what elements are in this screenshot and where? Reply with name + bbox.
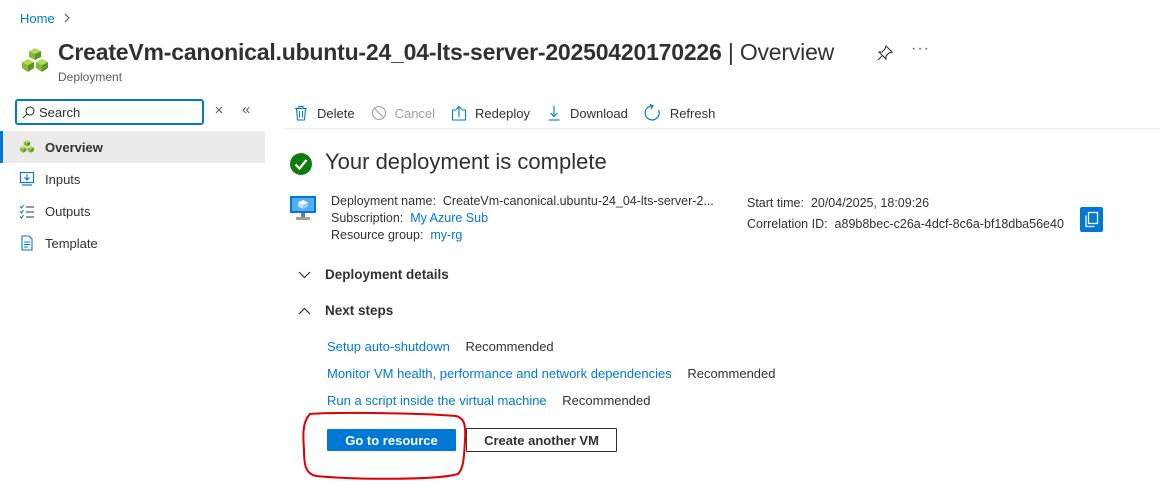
cancel-button[interactable]: Cancel xyxy=(363,99,443,127)
redeploy-button[interactable]: Redeploy xyxy=(443,99,538,127)
resource-group-link[interactable]: my-rg xyxy=(430,228,462,242)
deployment-name-title: CreateVm-canonical.ubuntu-24_04-lts-serv… xyxy=(58,39,722,65)
copy-to-clipboard-button[interactable] xyxy=(1080,207,1103,232)
start-time-value: 20/04/2025, 18:09:26 xyxy=(810,196,930,210)
recommended-tag: Recommended xyxy=(465,339,554,354)
refresh-button[interactable]: Refresh xyxy=(636,99,724,127)
breadcrumb-home-link[interactable]: Home xyxy=(20,11,55,26)
next-step-item: Setup auto-shutdown Recommended xyxy=(327,339,554,354)
run-script-link[interactable]: Run a script inside the virtual machine xyxy=(327,393,547,408)
red-annotation-circle xyxy=(302,411,467,480)
copy-icon xyxy=(1085,211,1099,228)
sidebar-item-overview[interactable]: Overview xyxy=(0,131,265,163)
deployment-details-label: Deployment details xyxy=(325,267,449,282)
resource-group-label: Resource group: xyxy=(331,228,424,242)
success-check-icon xyxy=(289,152,313,176)
chevron-up-icon xyxy=(298,307,311,314)
cancel-label: Cancel xyxy=(394,105,436,121)
sidebar-item-outputs[interactable]: Outputs xyxy=(0,195,265,227)
delete-label: Delete xyxy=(317,105,355,121)
deployment-details-toggle[interactable]: Deployment details xyxy=(298,267,449,282)
sidebar-item-label: Inputs xyxy=(45,171,81,187)
delete-button[interactable]: Delete xyxy=(285,99,363,127)
sidebar-item-inputs[interactable]: Inputs xyxy=(0,163,265,195)
deployment-cubes-icon xyxy=(19,139,35,155)
command-bar: Delete Cancel Redeploy Download Refresh xyxy=(285,99,1160,127)
sidebar-item-template[interactable]: Template xyxy=(0,227,265,259)
page-title: CreateVm-canonical.ubuntu-24_04-lts-serv… xyxy=(58,39,834,66)
deployment-info: Deployment name: CreateVm-canonical.ubun… xyxy=(331,193,714,244)
next-step-item: Monitor VM health, performance and netwo… xyxy=(327,366,775,381)
deployment-timing-info: Start time: 20/04/2025, 18:09:26 Correla… xyxy=(747,193,1064,235)
download-button[interactable]: Download xyxy=(538,99,636,127)
trash-icon xyxy=(295,105,307,121)
search-icon xyxy=(22,105,35,118)
upload-icon xyxy=(451,105,467,121)
refresh-label: Refresh xyxy=(669,105,716,121)
deployment-name-label: Deployment name: xyxy=(331,194,436,208)
template-doc-icon xyxy=(19,235,35,251)
download-label: Download xyxy=(569,105,628,121)
sidebar-nav: Overview Inputs Outputs Template xyxy=(0,131,265,259)
setup-auto-shutdown-link[interactable]: Setup auto-shutdown xyxy=(327,339,450,354)
more-options-icon[interactable]: ··· xyxy=(911,40,930,58)
recommended-tag: Recommended xyxy=(687,366,776,381)
correlation-id-label: Correlation ID: xyxy=(747,217,828,231)
breadcrumb: Home xyxy=(20,11,71,26)
search-input[interactable] xyxy=(39,104,189,120)
next-step-item: Run a script inside the virtual machine … xyxy=(327,393,650,408)
pin-icon[interactable] xyxy=(876,44,894,62)
title-section: Overview xyxy=(739,39,835,65)
download-icon xyxy=(548,106,560,121)
correlation-id-value: a89b8bec-c26a-4dcf-8c6a-bf18dba56e40 xyxy=(834,217,1064,231)
next-steps-toggle[interactable]: Next steps xyxy=(298,303,393,318)
deployment-name-value: CreateVm-canonical.ubuntu-24_04-lts-serv… xyxy=(442,194,714,208)
sidebar-item-label: Overview xyxy=(45,139,103,155)
deployment-status-title: Your deployment is complete xyxy=(325,149,607,174)
toolbar-divider xyxy=(285,128,1160,129)
sidebar-search[interactable] xyxy=(15,99,204,125)
outputs-list-icon xyxy=(19,203,35,219)
start-time-label: Start time: xyxy=(747,196,804,210)
title-separator: | xyxy=(727,39,734,65)
monitor-vm-health-link[interactable]: Monitor VM health, performance and netwo… xyxy=(327,366,672,381)
virtual-machine-icon xyxy=(289,194,317,222)
deployment-cubes-icon xyxy=(20,46,50,76)
subscription-label: Subscription: xyxy=(331,211,404,225)
redeploy-label: Redeploy xyxy=(475,105,530,121)
cancel-circle-icon xyxy=(371,105,386,121)
chevron-down-icon xyxy=(298,271,311,278)
create-another-vm-button[interactable]: Create another VM xyxy=(466,428,617,452)
sidebar-item-label: Template xyxy=(45,235,98,251)
refresh-icon xyxy=(644,104,660,121)
chevron-right-icon xyxy=(63,12,71,26)
subscription-link[interactable]: My Azure Sub xyxy=(410,211,488,225)
sidebar-item-label: Outputs xyxy=(45,203,91,219)
inputs-icon xyxy=(19,171,35,187)
clear-filter-icon[interactable] xyxy=(212,103,226,117)
recommended-tag: Recommended xyxy=(562,393,651,408)
page-subtitle: Deployment xyxy=(58,70,123,84)
next-steps-label: Next steps xyxy=(325,303,394,318)
collapse-sidebar-icon[interactable]: « xyxy=(242,101,250,118)
